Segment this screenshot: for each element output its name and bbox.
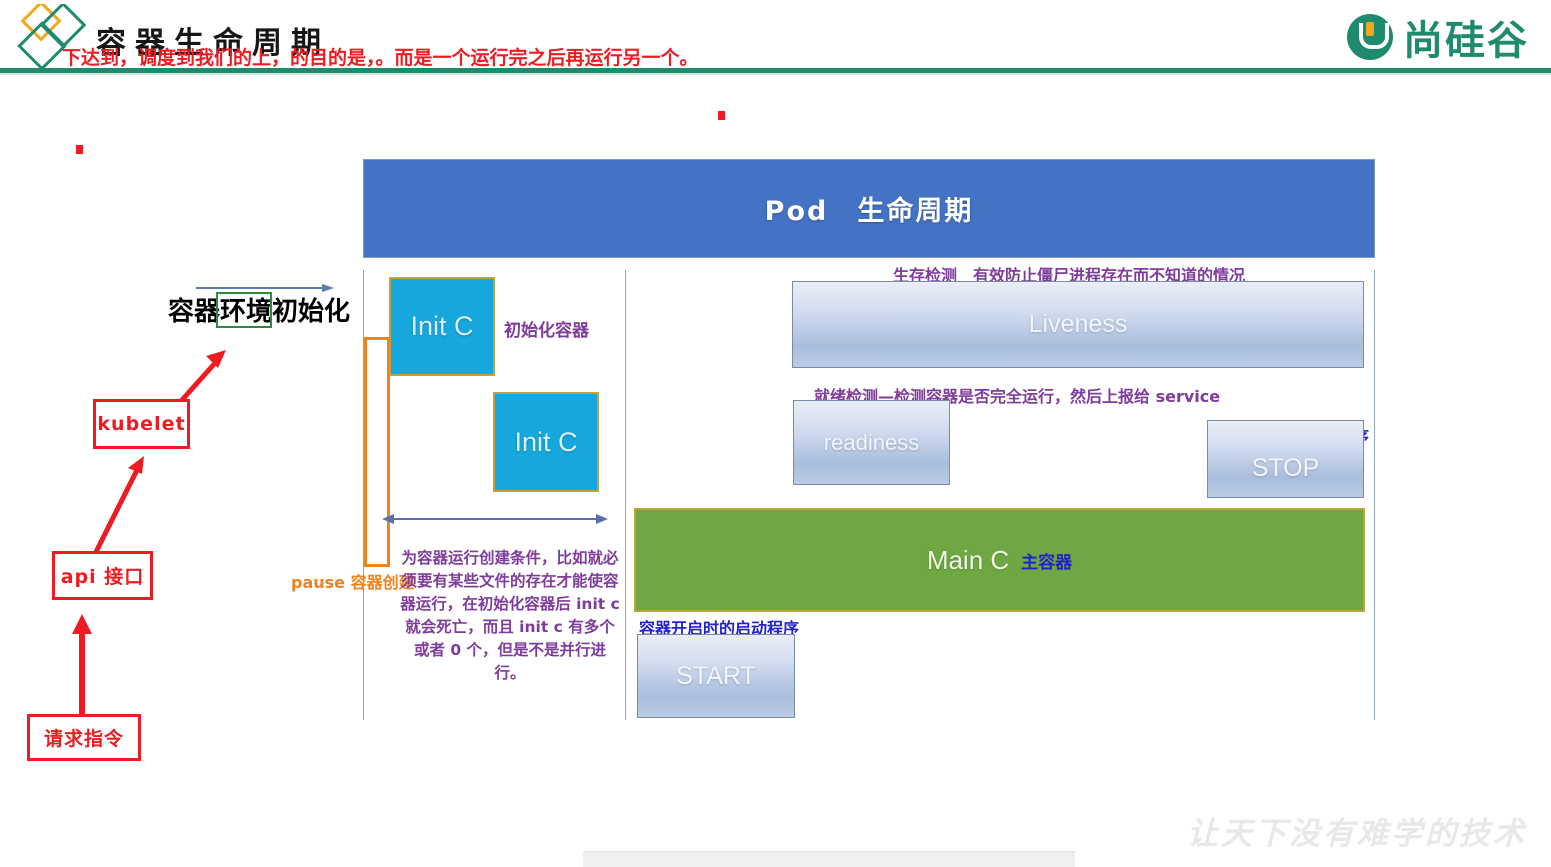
annotation-dot — [76, 145, 83, 154]
pause-container-label: pause 容器创建 — [291, 573, 415, 592]
brand-name: 尚硅谷 — [1403, 18, 1529, 64]
start-label: START — [676, 661, 756, 690]
brand-logo: 尚硅谷 — [1347, 8, 1529, 66]
init-container-label: Init C — [410, 311, 474, 341]
init-container-box-2[interactable]: Init C — [493, 392, 599, 492]
pause-description: 为容器运行创建条件，比如就必须要有某些文件的存在才能使容器运行，在初始化容器后 … — [400, 549, 620, 682]
flow-node-kubelet[interactable]: kubelet — [93, 399, 190, 449]
main-container-label: Main C — [926, 544, 1010, 575]
pod-banner-title: Pod 生命周期 — [764, 196, 974, 227]
header-red-annotation: 下达到，调度到我们的上，的目的是，。而是一个运行完之后再运行另一个。 — [62, 47, 699, 69]
readiness-box[interactable]: readiness — [793, 400, 950, 485]
guide-line-right — [1374, 270, 1375, 720]
start-box[interactable]: START — [637, 634, 795, 718]
stop-box[interactable]: STOP — [1207, 420, 1364, 498]
flow-node-request-label: 请求指令 — [43, 728, 124, 750]
guide-line-mid — [625, 270, 626, 720]
main-container-box[interactable]: Main C 主容器 — [634, 508, 1365, 612]
init-container-note: 初始化容器 — [504, 321, 589, 341]
readiness-label: readiness — [823, 429, 920, 455]
init-duration-arrow-icon — [382, 514, 608, 524]
pause-container-bracket — [364, 337, 390, 567]
flow-node-api-label: api 接口 — [60, 566, 145, 588]
header-divider-secondary — [0, 73, 1551, 75]
stop-label: STOP — [1251, 453, 1320, 482]
main-container-note: 主容器 — [1021, 552, 1073, 573]
flow-node-kubelet-label: kubelet — [97, 413, 186, 435]
flow-arrows — [72, 350, 226, 720]
init-container-label: Init C — [514, 426, 578, 457]
init-container-box-1[interactable]: Init C — [389, 277, 495, 376]
liveness-box[interactable]: Liveness — [792, 281, 1364, 368]
liveness-label: Liveness — [1028, 310, 1128, 338]
u-logo-icon — [1347, 14, 1393, 60]
bottom-bar — [583, 851, 1075, 867]
flow-node-request[interactable]: 请求指令 — [27, 714, 141, 761]
flow-node-api[interactable]: api 接口 — [52, 551, 153, 600]
annotation-dot — [718, 111, 725, 120]
pod-lifecycle-banner: Pod 生命周期 — [363, 159, 1375, 258]
slide-canvas: 容器生命周期 下达到，调度到我们的上，的目的是，。而是一个运行完之后再运行另一个… — [0, 0, 1551, 867]
footer-watermark: 让天下没有难学的技术 — [1187, 816, 1527, 852]
